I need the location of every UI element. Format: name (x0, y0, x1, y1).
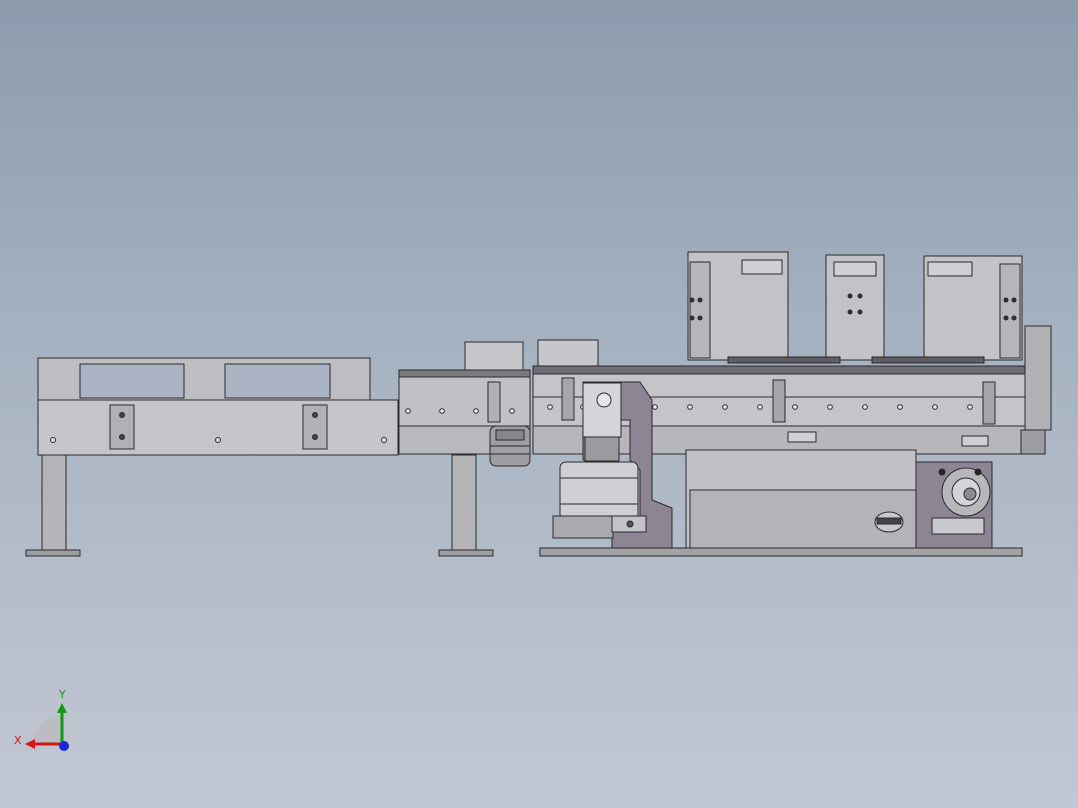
guard-window-right (224, 363, 331, 399)
graphics-viewport[interactable]: X Y (0, 0, 1078, 808)
magazine-1 (687, 251, 789, 361)
drive-motor (489, 425, 531, 467)
z-axis-icon (59, 741, 69, 751)
main-machine[interactable] (532, 251, 1052, 557)
guard-window-left (79, 363, 185, 399)
y-axis-label: Y (59, 688, 66, 701)
mount-plate-1 (109, 404, 135, 450)
right-drive-unit (915, 461, 993, 549)
magazine-3 (923, 255, 1023, 361)
triad-sector (34, 716, 62, 744)
cad-model[interactable] (0, 0, 1078, 808)
magazine-2 (825, 254, 885, 361)
leg-left (41, 454, 67, 552)
side-cylinder (1024, 325, 1052, 431)
coordinate-triad (25, 703, 69, 751)
x-axis-label: X (14, 734, 22, 747)
main-beam (37, 399, 399, 456)
foot-right (438, 549, 494, 557)
foot-left (25, 549, 81, 557)
mount-plate-2 (302, 404, 328, 450)
leg-right (451, 454, 477, 552)
top-box-1 (464, 341, 524, 371)
base-plate (539, 547, 1023, 557)
